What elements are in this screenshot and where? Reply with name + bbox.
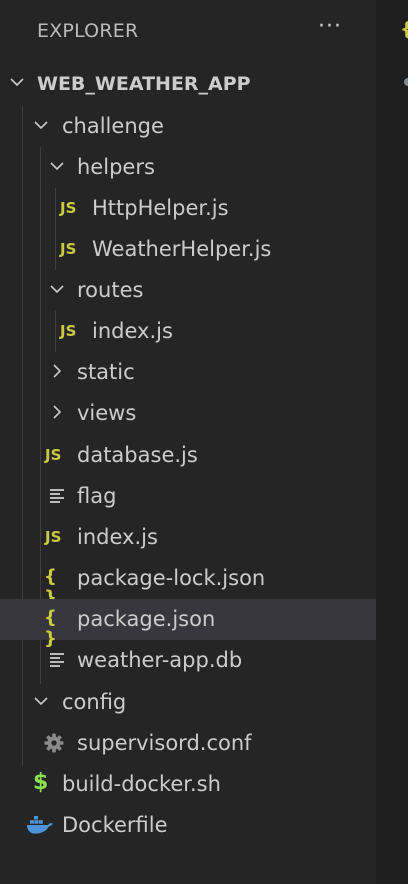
tree-file-flag[interactable]: flag [0, 476, 376, 517]
tree-folder-helpers[interactable]: helpers [0, 147, 376, 188]
tree-file-routes-index-js[interactable]: JS index.js [0, 311, 376, 352]
tree-file-weatherhelper-js[interactable]: JS WeatherHelper.js [0, 229, 376, 270]
tree-folder-config[interactable]: config [0, 682, 376, 723]
chevron-down-icon [32, 682, 52, 723]
text-file-icon [48, 640, 76, 681]
chevron-right-icon [48, 352, 68, 393]
javascript-file-icon: JS [45, 528, 62, 546]
tree-folder-challenge[interactable]: challenge [0, 106, 376, 147]
tree-file-package-json[interactable]: { } package.json [0, 599, 376, 649]
shell-script-icon: $ [33, 770, 49, 795]
chevron-down-icon [8, 63, 28, 104]
tree-label: package-lock.json [77, 566, 266, 590]
editor-fragment: { [400, 18, 408, 40]
tree-file-httphelper-js[interactable]: JS HttpHelper.js [0, 188, 376, 229]
tree-file-dockerfile[interactable]: Dockerfile [0, 805, 376, 846]
tree-file-supervisord-conf[interactable]: supervisord.conf [0, 723, 376, 764]
javascript-file-icon: JS [60, 199, 77, 217]
json-file-icon: { } [44, 607, 57, 649]
tree-label: build-docker.sh [62, 772, 221, 796]
tree-label: flag [77, 484, 117, 508]
tree-file-build-docker-sh[interactable]: $ build-docker.sh [0, 764, 376, 805]
tree-label: static [77, 360, 135, 384]
chevron-down-icon [48, 270, 68, 311]
javascript-file-icon: JS [60, 240, 77, 258]
tree-folder-routes[interactable]: routes [0, 270, 376, 311]
gear-icon [44, 723, 72, 764]
tree-file-package-lock-json[interactable]: { } package-lock.json [0, 558, 376, 608]
editor-fragment-dot [404, 78, 408, 86]
tree-label: config [62, 690, 127, 714]
chevron-right-icon [48, 393, 68, 434]
tree-root-web-weather-app[interactable]: WEB_WEATHER_APP [0, 63, 376, 104]
tree-label: HttpHelper.js [92, 196, 229, 220]
tree-label: index.js [92, 319, 173, 343]
explorer-title: EXPLORER [37, 20, 139, 42]
tree-label: index.js [77, 525, 158, 549]
tree-folder-views[interactable]: views [0, 393, 376, 434]
text-file-icon [48, 476, 76, 517]
tree-label: database.js [77, 443, 198, 467]
json-file-icon: { } [44, 566, 57, 608]
tree-folder-static[interactable]: static [0, 352, 376, 393]
tree-label: challenge [62, 114, 164, 138]
tree-label: package.json [77, 607, 216, 631]
tree-label: supervisord.conf [77, 731, 252, 755]
tree-label: weather-app.db [77, 648, 243, 672]
tree-label: WeatherHelper.js [92, 237, 272, 261]
tree-file-weather-app-db[interactable]: weather-app.db [0, 640, 376, 681]
tree-label: views [77, 401, 137, 425]
tree-label: Dockerfile [62, 813, 168, 837]
explorer-panel: EXPLORER ··· WEB_WEATHER_APP challenge h… [0, 0, 376, 884]
editor-area-edge: { [376, 0, 408, 884]
tree-label: helpers [77, 155, 155, 179]
docker-whale-icon [26, 805, 54, 846]
tree-file-database-js[interactable]: JS database.js [0, 435, 376, 476]
tree-file-index-js[interactable]: JS index.js [0, 517, 376, 558]
tree-label: WEB_WEATHER_APP [37, 73, 251, 95]
chevron-down-icon [48, 147, 68, 188]
javascript-file-icon: JS [60, 322, 77, 340]
more-actions-icon[interactable]: ··· [318, 16, 348, 41]
javascript-file-icon: JS [45, 446, 62, 464]
chevron-down-icon [32, 106, 52, 147]
tree-label: routes [77, 278, 144, 302]
